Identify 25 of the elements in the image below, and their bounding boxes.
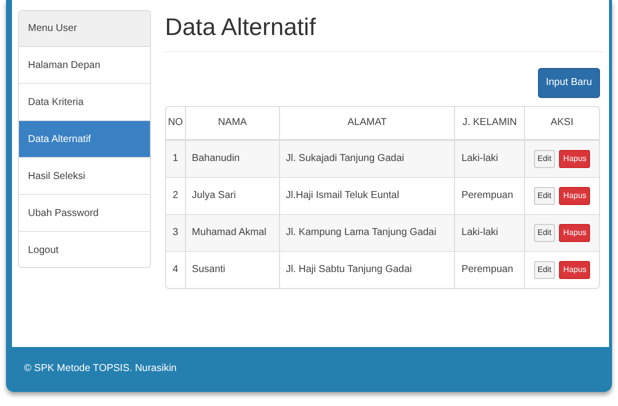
table-cell: Muhamad Akmal	[186, 214, 280, 251]
edit-button[interactable]: Edit	[534, 260, 556, 279]
sidebar-item[interactable]: Data Alternatif	[19, 121, 150, 158]
menu-header: Menu User	[19, 11, 150, 47]
input-button[interactable]: Input Baru	[538, 68, 600, 98]
table-cell: Jl. Haji Sabtu Tanjung Gadai	[280, 250, 456, 288]
table-cell: 4	[166, 250, 186, 288]
delete-button[interactable]: Hapus	[559, 260, 590, 279]
table-cell: Laki-laki	[455, 140, 525, 177]
delete-button[interactable]: Hapus	[559, 150, 590, 168]
delete-button[interactable]: Hapus	[559, 224, 590, 242]
table-cell: Laki-laki	[455, 214, 525, 251]
table-cell: Perempuan	[455, 250, 525, 288]
table-cell: Susanti	[186, 250, 280, 288]
table-cell: 1	[166, 140, 186, 177]
table-cell: Bahanudin	[186, 140, 280, 177]
page-title: Data Alternatif	[165, 14, 603, 52]
delete-button[interactable]: Hapus	[559, 186, 590, 205]
edit-button[interactable]: Edit	[534, 186, 556, 205]
table-cell: Jl. Sukajadi Tanjung Gadai	[280, 140, 456, 177]
footer-text: © SPK Metode TOPSIS. Nurasikin	[24, 362, 177, 376]
table-cell: 3	[166, 214, 186, 251]
edit-button[interactable]: Edit	[534, 224, 556, 242]
edit-button[interactable]: Edit	[534, 150, 556, 168]
table-cell: Jl. Kampung Lama Tanjung Gadai	[280, 214, 456, 251]
